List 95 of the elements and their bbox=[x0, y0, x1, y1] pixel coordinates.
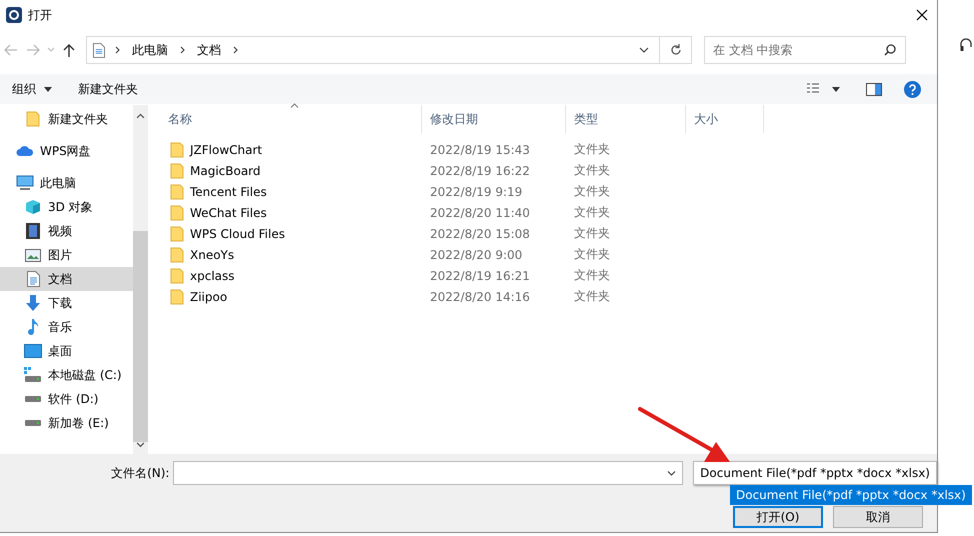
sidebar-item[interactable]: 软件 (D:) bbox=[0, 387, 133, 411]
system-drive-icon bbox=[24, 367, 42, 383]
sidebar-item[interactable]: 新加卷 (E:) bbox=[0, 411, 133, 435]
desktop-icon bbox=[24, 344, 42, 358]
sidebar-item[interactable]: 本地磁盘 (C:) bbox=[0, 363, 133, 387]
caret-icon bbox=[44, 86, 52, 92]
modified-date: 2022/8/20 11:40 bbox=[429, 206, 531, 220]
sidebar-item[interactable]: 文档 bbox=[0, 267, 133, 291]
organize-menu-button[interactable]: 组织 bbox=[4, 76, 60, 102]
breadcrumb-item[interactable]: 此电脑 bbox=[130, 42, 170, 58]
folder-icon bbox=[170, 204, 184, 220]
chevron-right-icon bbox=[233, 46, 238, 54]
sidebar-item[interactable]: 桌面 bbox=[0, 339, 133, 363]
file-name[interactable]: MagicBoard bbox=[190, 164, 261, 178]
picture-icon bbox=[25, 248, 41, 262]
chevron-down-icon bbox=[667, 470, 676, 476]
cloud-icon bbox=[16, 145, 34, 157]
chevron-down-icon[interactable] bbox=[639, 47, 649, 53]
file-name[interactable]: XneoYs bbox=[190, 248, 234, 262]
scroll-down-icon bbox=[136, 442, 145, 448]
modified-date: 2022/8/20 15:08 bbox=[429, 226, 531, 240]
computer-icon bbox=[16, 175, 34, 191]
folder-icon bbox=[170, 184, 184, 200]
file-name[interactable]: WeChat Files bbox=[190, 206, 267, 220]
file-type: 文件夹 bbox=[573, 141, 611, 158]
modified-date: 2022/8/20 14:16 bbox=[429, 290, 531, 304]
window-title: 打开 bbox=[28, 6, 52, 24]
refresh-button[interactable] bbox=[660, 36, 692, 64]
sidebar-item[interactable]: 下载 bbox=[0, 291, 133, 315]
film-icon bbox=[26, 223, 40, 239]
folder-icon bbox=[170, 226, 184, 242]
folder-icon bbox=[26, 111, 40, 127]
field-label: 文件名(N): bbox=[110, 464, 170, 482]
file-type: 文件夹 bbox=[573, 225, 611, 242]
filename-field[interactable] bbox=[173, 461, 684, 485]
cube-icon bbox=[25, 199, 41, 215]
folder-icon bbox=[170, 246, 184, 262]
file-name[interactable]: WPS Cloud Files bbox=[190, 226, 285, 240]
column-header[interactable]: 名称 bbox=[160, 105, 422, 133]
preview-pane-icon[interactable] bbox=[866, 82, 882, 96]
music-note-icon bbox=[27, 319, 39, 335]
folder-icon bbox=[170, 142, 184, 158]
folder-icon bbox=[170, 268, 184, 284]
sidebar-item[interactable]: 此电脑 bbox=[0, 171, 133, 195]
modified-date: 2022/8/20 9:00 bbox=[429, 248, 524, 262]
up-arrow-icon[interactable] bbox=[63, 43, 75, 57]
modified-date: 2022/8/19 9:19 bbox=[429, 184, 524, 198]
document-icon bbox=[93, 42, 105, 58]
scrollbar[interactable] bbox=[133, 105, 148, 454]
sidebar-item[interactable]: 图片 bbox=[0, 243, 133, 267]
search-icon bbox=[884, 44, 896, 56]
column-header[interactable]: 修改日期 bbox=[422, 105, 566, 133]
sidebar-item[interactable]: 新建文件夹 bbox=[0, 107, 133, 131]
modified-date: 2022/8/19 16:22 bbox=[429, 164, 531, 178]
file-type: 文件夹 bbox=[573, 267, 611, 284]
file-type: 文件夹 bbox=[573, 162, 611, 179]
breadcrumb-item[interactable]: 文档 bbox=[195, 42, 223, 58]
file-type: 文件夹 bbox=[573, 288, 611, 305]
file-type: 文件夹 bbox=[573, 183, 611, 200]
file-type: 文件夹 bbox=[573, 204, 611, 221]
column-header[interactable]: 类型 bbox=[566, 105, 686, 133]
open-button[interactable]: 打开(O) bbox=[733, 506, 823, 528]
refresh-icon bbox=[670, 44, 682, 56]
modified-date: 2022/8/19 16:21 bbox=[429, 268, 531, 282]
dropdown-option[interactable]: Document File(*pdf *pptx *docx *xlsx) bbox=[730, 485, 972, 505]
drive-icon bbox=[24, 419, 42, 427]
sidebar-item[interactable]: WPS网盘 bbox=[0, 139, 133, 163]
toolbar-button[interactable]: 新建文件夹 bbox=[70, 76, 146, 102]
folder-icon bbox=[170, 288, 184, 304]
cancel-button[interactable]: 取消 bbox=[833, 506, 923, 528]
folder-icon bbox=[170, 162, 184, 178]
chevron-right-icon bbox=[115, 46, 120, 54]
address-bar[interactable]: 此电脑 文档 bbox=[86, 36, 660, 64]
down-arrow-icon bbox=[25, 295, 41, 311]
file-name[interactable]: Tencent Files bbox=[190, 184, 267, 198]
file-name[interactable]: xpclass bbox=[190, 268, 235, 282]
sidebar-item[interactable]: 3D 对象 bbox=[0, 195, 133, 219]
help-icon[interactable] bbox=[904, 80, 921, 98]
column-header[interactable]: 大小 bbox=[686, 105, 764, 133]
scroll-up-icon bbox=[136, 113, 145, 119]
document-icon bbox=[26, 271, 40, 287]
modified-date: 2022/8/19 15:43 bbox=[429, 142, 531, 156]
headset-icon bbox=[960, 38, 972, 52]
file-type: 文件夹 bbox=[573, 246, 611, 263]
file-type-dropdown[interactable]: Document File(*pdf *pptx *docx *xlsx) bbox=[693, 461, 937, 485]
caret-icon[interactable] bbox=[832, 86, 840, 92]
close-icon[interactable] bbox=[916, 9, 928, 21]
sidebar-item[interactable]: 音乐 bbox=[0, 315, 133, 339]
file-name[interactable]: Ziipoo bbox=[190, 290, 228, 304]
chevron-right-icon bbox=[180, 46, 185, 54]
app-icon bbox=[6, 7, 22, 23]
search-field[interactable]: 在 文档 中搜索 bbox=[704, 36, 906, 64]
sidebar-item[interactable]: 视频 bbox=[0, 219, 133, 243]
drive-icon bbox=[24, 395, 42, 403]
file-name[interactable]: JZFlowChart bbox=[190, 142, 262, 156]
